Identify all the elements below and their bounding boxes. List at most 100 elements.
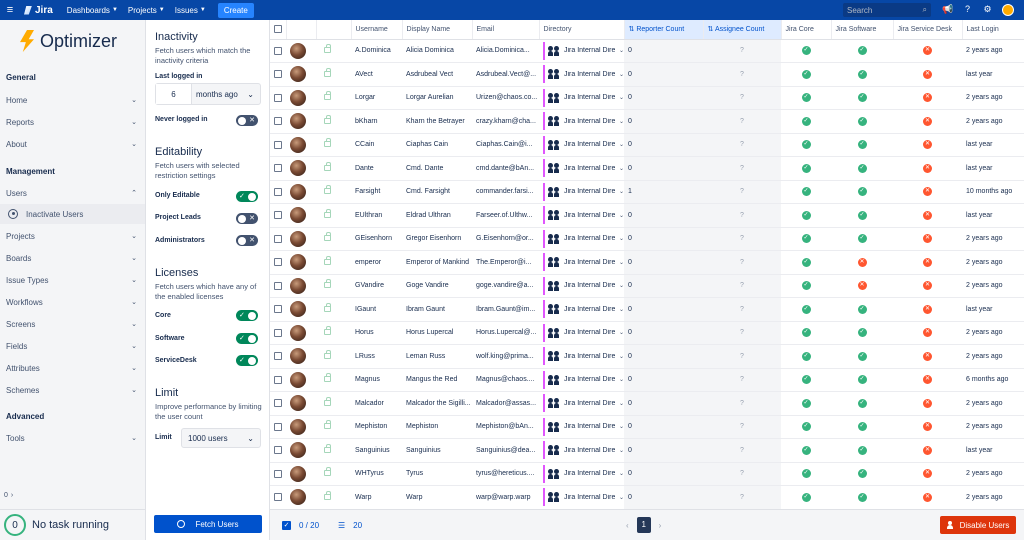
table-row[interactable]: Warp Warp warp@warp.warp Jira Internal Dire… — [270, 485, 1024, 509]
chevron-right-icon[interactable]: › — [659, 521, 662, 530]
row-checkbox[interactable] — [274, 93, 282, 102]
directory-select[interactable]: Jira Internal Dire ⌄ — [543, 464, 624, 483]
directory-select[interactable]: Jira Internal Dire ⌄ — [543, 370, 624, 389]
assignee-count-cell[interactable]: ? — [703, 438, 781, 463]
row-checkbox[interactable] — [274, 281, 282, 290]
table-row[interactable]: CCain Ciaphas Cain Ciaphas.Cain@i... Jira I… — [270, 133, 1024, 157]
nav-issues[interactable]: Issues ▼ — [175, 6, 206, 15]
directory-select[interactable]: Jira Internal Dire ⌄ — [543, 394, 624, 413]
directory-select[interactable]: Jira Internal Dire ⌄ — [543, 253, 624, 272]
row-count[interactable]: ☰ 20 — [338, 521, 362, 530]
table-row[interactable]: Lorgar Lorgar Aurelian Urizen@chaos.co... J… — [270, 86, 1024, 110]
table-row[interactable]: Magnus Mangus the Red Magnus@chaos.... Jira… — [270, 368, 1024, 392]
row-checkbox[interactable] — [274, 46, 282, 55]
sidebar-item-tools[interactable]: Tools ⌄ — [0, 428, 145, 448]
sidebar-item-schemes[interactable]: Schemes ⌄ — [0, 380, 145, 400]
sidebar-item-about[interactable]: About ⌄ — [0, 134, 145, 154]
table-row[interactable]: GEisenhorn Gregor Eisenhorn G.Eisenhorn@or… — [270, 227, 1024, 251]
table-row[interactable]: Dante Cmd. Dante cmd.dante@bAn... Jira Inte… — [270, 156, 1024, 181]
sidebar-item-screens[interactable]: Screens ⌄ — [0, 314, 145, 334]
last-login-header[interactable]: Last Login — [962, 20, 1024, 40]
assignee-count-cell[interactable]: ? — [703, 156, 781, 181]
assignee-count-cell[interactable]: ? — [703, 39, 781, 63]
directory-select[interactable]: Jira Internal Dire ⌄ — [543, 347, 624, 366]
assignee-count-cell[interactable]: ? — [703, 62, 781, 87]
disable-users-button[interactable]: Disable Users — [940, 516, 1016, 534]
sidebar-item-projects[interactable]: Projects ⌄ — [0, 226, 145, 246]
table-row[interactable]: WHTyrus Tyrus tyrus@hereticus.... Jira Inte… — [270, 462, 1024, 486]
directory-select[interactable]: Jira Internal Dire ⌄ — [543, 206, 624, 225]
directory-select[interactable]: Jira Internal Dire ⌄ — [543, 135, 624, 154]
sidebar-item-users[interactable]: Users ⌃ — [0, 183, 145, 203]
administrators-toggle[interactable]: ✕ — [236, 235, 258, 246]
directory-select[interactable]: Jira Internal Dire ⌄ — [543, 323, 624, 342]
assignee-count-cell[interactable]: ? — [703, 462, 781, 486]
assignee-count-cell[interactable]: ? — [703, 321, 781, 345]
jira-service-desk-header[interactable]: Jira Service Desk — [893, 20, 963, 40]
table-row[interactable]: Malcador Malcador the Sigilli... Malcador@… — [270, 391, 1024, 416]
app-switcher-icon[interactable]: ≡ — [0, 4, 20, 16]
table-row[interactable]: bKharn Kharn the Betrayer crazy.kharn@cha.… — [270, 109, 1024, 134]
directory-select[interactable]: Jira Internal Dire ⌄ — [543, 276, 624, 295]
fetch-users-button[interactable]: Fetch Users — [154, 515, 262, 533]
table-row[interactable]: Farsight Cmd. Farsight commander.farsi... J… — [270, 180, 1024, 204]
search-input[interactable]: Search ⌕ — [843, 3, 931, 17]
core-toggle[interactable]: ✓ — [236, 310, 258, 321]
jira-logo[interactable]: Jira — [24, 5, 53, 16]
help-icon[interactable]: ? — [962, 4, 973, 15]
row-checkbox[interactable] — [274, 70, 282, 79]
row-checkbox[interactable] — [274, 187, 282, 196]
table-row[interactable]: AVect Asdrubeal Vect Asdrubeal.Vect@... Jir… — [270, 62, 1024, 87]
select-all-checkbox[interactable] — [273, 25, 282, 34]
assignee-count-cell[interactable]: ? — [703, 180, 781, 204]
assignee-count-cell[interactable]: ? — [703, 485, 781, 509]
assignee-count-cell[interactable]: ? — [703, 415, 781, 439]
row-checkbox[interactable] — [274, 375, 282, 384]
sidebar-item-inactivate-users[interactable]: Inactivate Users — [0, 204, 145, 224]
directory-select[interactable]: Jira Internal Dire ⌄ — [543, 229, 624, 248]
directory-select[interactable]: Jira Internal Dire ⌄ — [543, 488, 624, 507]
assignee-count-cell[interactable]: ? — [703, 227, 781, 251]
sidebar-item-attributes[interactable]: Attributes ⌄ — [0, 358, 145, 378]
project-leads-toggle[interactable]: ✕ — [236, 213, 258, 224]
assignee-count-cell[interactable]: ? — [703, 250, 781, 275]
row-checkbox[interactable] — [274, 140, 282, 149]
directory-select[interactable]: Jira Internal Dire ⌄ — [543, 112, 624, 131]
table-row[interactable]: emperor Emperor of Mankind The.Emperor@i..… — [270, 250, 1024, 275]
servicedesk-toggle[interactable]: ✓ — [236, 355, 258, 366]
selection-counter[interactable]: ✓ 0 / 20 — [282, 520, 319, 530]
assignee-count-cell[interactable]: ? — [703, 203, 781, 228]
directory-select[interactable]: Jira Internal Dire ⌄ — [543, 65, 624, 84]
table-row[interactable]: Sanguinius Sanguinius Sanguinius@dea... Jir… — [270, 438, 1024, 463]
only-editable-toggle[interactable]: ✓ — [236, 191, 258, 202]
display-name-header[interactable]: Display Name — [402, 20, 473, 40]
directory-select[interactable]: Jira Internal Dire ⌄ — [543, 182, 624, 201]
limit-select[interactable]: 1000 users ⌄ — [181, 428, 261, 448]
directory-select[interactable]: Jira Internal Dire ⌄ — [543, 441, 624, 460]
table-row[interactable]: IGaunt Ibram Gaunt Ibram.Gaunt@im... Jira I… — [270, 297, 1024, 322]
assignee-count-cell[interactable]: ? — [703, 344, 781, 369]
sidebar-item-fields[interactable]: Fields ⌄ — [0, 336, 145, 356]
assignee-count-cell[interactable]: ? — [703, 109, 781, 134]
assignee-count-cell[interactable]: ? — [703, 391, 781, 416]
directory-select[interactable]: Jira Internal Dire ⌄ — [543, 88, 624, 107]
row-checkbox[interactable] — [274, 258, 282, 267]
row-checkbox[interactable] — [274, 422, 282, 431]
row-checkbox[interactable] — [274, 117, 282, 126]
last-logged-unit-select[interactable]: months ago ⌄ — [192, 90, 260, 99]
row-checkbox[interactable] — [274, 399, 282, 408]
notifications-icon[interactable]: 📢 — [942, 4, 953, 15]
table-row[interactable]: EUlthran Eldrad Ulthran Farseer.of.Ulthw..… — [270, 203, 1024, 228]
nav-dashboards[interactable]: Dashboards ▼ — [67, 6, 118, 15]
table-row[interactable]: Horus Horus Lupercal Horus.Lupercal@... Jir… — [270, 321, 1024, 345]
table-row[interactable]: A.Dominica Alicia Dominica Alicia.Dominica… — [270, 39, 1024, 63]
sidebar-item-workflows[interactable]: Workflows ⌄ — [0, 292, 145, 312]
row-checkbox[interactable] — [274, 234, 282, 243]
assignee-count-header[interactable]: ⇅ Assignee Count — [703, 20, 782, 40]
sidebar-item-home[interactable]: Home ⌄ — [0, 90, 145, 110]
collapse-sidebar-toggle[interactable]: 0 › — [0, 488, 20, 502]
row-checkbox[interactable] — [274, 446, 282, 455]
email-header[interactable]: Email — [472, 20, 540, 40]
never-logged-toggle[interactable]: ✕ — [236, 115, 258, 126]
directory-select[interactable]: Jira Internal Dire ⌄ — [543, 300, 624, 319]
